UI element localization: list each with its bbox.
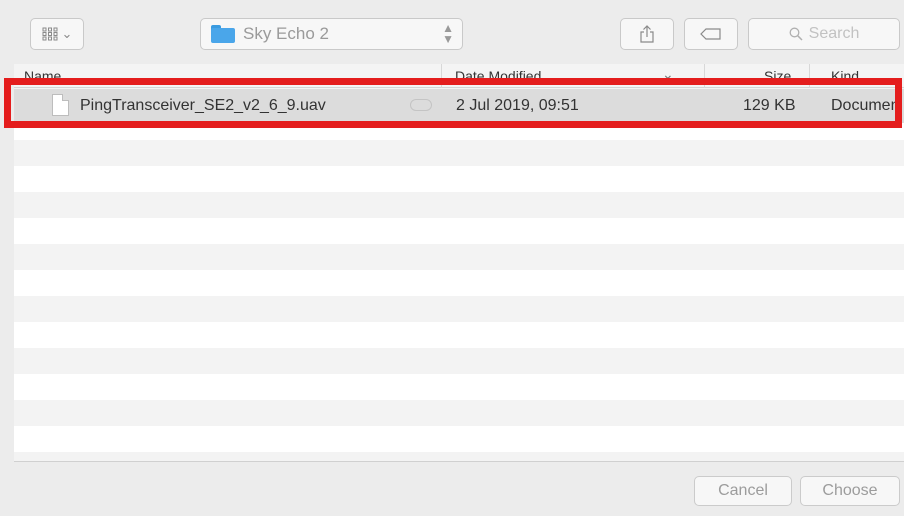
file-row-selected[interactable]: PingTransceiver_SE2_v2_6_9.uav 2 Jul 201… (14, 89, 904, 123)
empty-row (14, 244, 904, 270)
dialog-footer: Cancel Choose (14, 461, 904, 516)
column-header-size[interactable]: Size (764, 68, 791, 84)
empty-row (14, 452, 904, 461)
sort-chevron-icon: ⌄ (662, 66, 674, 82)
file-list[interactable]: PingTransceiver_SE2_v2_6_9.uav 2 Jul 201… (14, 88, 904, 461)
empty-row (14, 296, 904, 322)
column-header-date[interactable]: Date Modified (455, 68, 541, 84)
folder-icon (211, 25, 235, 43)
search-placeholder: Search (808, 25, 860, 42)
empty-row (14, 348, 904, 374)
choose-button[interactable]: Choose (800, 476, 900, 506)
empty-row (14, 192, 904, 218)
tag-icon (700, 28, 721, 40)
document-icon (52, 94, 69, 116)
view-options-button[interactable]: ⌄ (30, 18, 84, 50)
location-popup[interactable]: Sky Echo 2 ▲ ▼ (200, 18, 463, 50)
column-header-name[interactable]: Name (24, 68, 61, 84)
file-date: 2 Jul 2019, 09:51 (456, 97, 579, 114)
search-field[interactable]: Search (748, 18, 900, 50)
column-divider[interactable] (809, 64, 810, 88)
magnifier-icon (789, 27, 803, 41)
file-size: 129 KB (743, 97, 796, 114)
file-name: PingTransceiver_SE2_v2_6_9.uav (80, 97, 326, 114)
empty-row (14, 140, 904, 166)
toolbar: ⌄ Sky Echo 2 ▲ ▼ Search (0, 0, 904, 64)
column-header-kind[interactable]: Kind (831, 68, 859, 84)
updown-arrows-icon: ▲ ▼ (442, 21, 454, 46)
column-header-row: Name Date Modified ⌄ Size Kind (14, 64, 904, 88)
grid-view-icon (42, 27, 58, 41)
column-divider[interactable] (704, 64, 705, 88)
location-label: Sky Echo 2 (243, 24, 329, 43)
file-kind: Documen (831, 97, 900, 114)
open-file-dialog: ⌄ Sky Echo 2 ▲ ▼ Search Name Date Modifi… (0, 0, 904, 516)
tag-button[interactable] (684, 18, 738, 50)
chevron-down-icon: ⌄ (61, 26, 73, 41)
share-icon (640, 25, 654, 43)
cancel-button[interactable]: Cancel (694, 476, 792, 506)
empty-row (14, 400, 904, 426)
share-button[interactable] (620, 18, 674, 50)
column-divider[interactable] (441, 64, 442, 88)
cloud-icon (410, 99, 432, 111)
